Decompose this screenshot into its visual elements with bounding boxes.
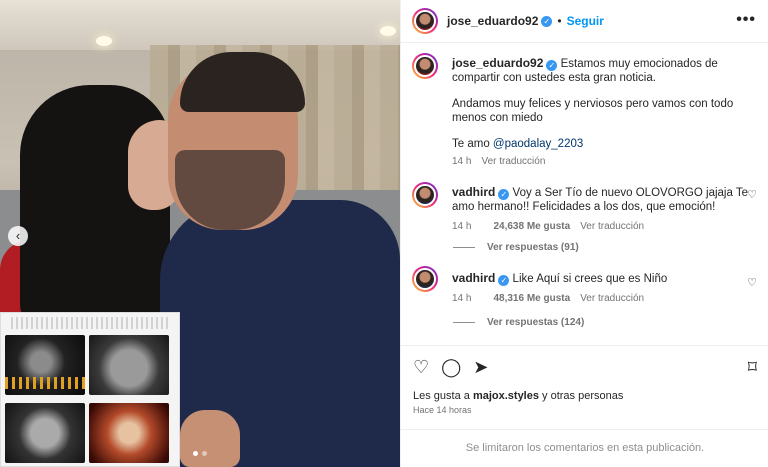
photo-hand xyxy=(180,410,240,467)
heartbeat-waveform xyxy=(5,377,85,389)
comment: vadhird ✓ Like Aquí si crees que es Niño … xyxy=(412,266,757,344)
view-replies-button[interactable]: Ver respuestas (124) xyxy=(453,317,584,328)
likes-summary: Les gusta a majox.styles y otras persona… xyxy=(413,390,623,402)
view-replies-label: Ver respuestas (91) xyxy=(487,242,579,253)
comment-text-block: vadhird ✓ Voy a Ser Tío de nuevo OLOVORGO… xyxy=(452,185,752,234)
ultrasound-image xyxy=(5,403,85,463)
verified-icon: ✓ xyxy=(498,189,510,200)
author-avatar[interactable] xyxy=(412,8,438,34)
caption-time[interactable]: 14 h xyxy=(452,156,471,167)
post-timestamp[interactable]: Hace 14 horas xyxy=(413,405,472,415)
translate-link[interactable]: Ver traducción xyxy=(580,221,644,232)
comment-likes[interactable]: 48,316 Me gusta xyxy=(493,293,570,304)
ultrasound-image xyxy=(89,335,169,395)
replies-divider xyxy=(453,247,475,248)
ultrasound-header xyxy=(11,317,169,329)
like-heart-icon[interactable]: ♡ xyxy=(413,358,429,376)
likes-prefix: Les gusta a xyxy=(413,390,473,402)
follow-button[interactable]: Seguir xyxy=(567,14,604,28)
comment-avatar[interactable] xyxy=(412,182,438,208)
share-paper-plane-icon[interactable]: ➤ xyxy=(473,358,488,376)
photo-ceiling-light xyxy=(96,36,112,46)
caption: jose_eduardo92 ✓ Estamos muy emocionados … xyxy=(412,53,757,173)
comments-limited-notice: Se limitaron los comentarios en esta pub… xyxy=(401,429,768,467)
verified-icon: ✓ xyxy=(546,60,558,71)
carousel-dot xyxy=(193,451,198,456)
caption-text-block: jose_eduardo92 ✓ Estamos muy emocionados … xyxy=(452,56,752,169)
post-photo[interactable]: ‹ xyxy=(0,0,400,467)
translate-link[interactable]: Ver traducción xyxy=(580,293,644,304)
comment-time[interactable]: 14 h xyxy=(452,221,471,232)
ultrasound-sheet xyxy=(0,312,180,467)
carousel-prev-icon[interactable]: ‹ xyxy=(8,226,28,246)
translate-link[interactable]: Ver traducción xyxy=(481,156,545,167)
caption-avatar[interactable] xyxy=(412,53,438,79)
comment-avatar[interactable] xyxy=(412,266,438,292)
photo-ceiling-light xyxy=(380,26,396,36)
post-header: jose_eduardo92 ✓ • Seguir ••• xyxy=(401,0,768,43)
comment-bubble-icon[interactable]: ◯ xyxy=(441,358,461,376)
comment-text-block: vadhird ✓ Like Aquí si crees que es Niño … xyxy=(452,271,752,306)
view-replies-label: Ver respuestas (124) xyxy=(487,317,585,328)
verified-icon: ✓ xyxy=(498,275,510,286)
comment-like-icon[interactable]: ♡ xyxy=(747,276,757,289)
author-username[interactable]: jose_eduardo92 xyxy=(447,14,538,28)
ultrasound-3d-image xyxy=(89,403,169,463)
likes-suffix[interactable]: y otras personas xyxy=(539,390,623,402)
comment-username[interactable]: vadhird xyxy=(452,185,495,199)
caption-text: Te amo xyxy=(452,138,493,150)
comment-text: Voy a Ser Tío de nuevo OLOVORGO jajaja T… xyxy=(452,187,748,213)
ultrasound-image xyxy=(5,335,85,395)
replies-divider xyxy=(453,322,475,323)
comment-text: Like Aquí si crees que es Niño xyxy=(512,273,668,285)
comment: vadhird ✓ Voy a Ser Tío de nuevo OLOVORGO… xyxy=(412,182,757,262)
photo-ceiling xyxy=(0,0,400,50)
mention-link[interactable]: @paodalay_2203 xyxy=(493,138,583,150)
comments-scroll[interactable]: jose_eduardo92 ✓ Estamos muy emocionados … xyxy=(401,44,768,344)
caption-text: Andamos muy felices y nerviosos pero vam… xyxy=(452,98,734,124)
header-separator: • xyxy=(557,14,562,28)
caption-username[interactable]: jose_eduardo92 xyxy=(452,56,543,70)
carousel-dots xyxy=(193,451,207,456)
verified-icon: ✓ xyxy=(541,15,553,27)
carousel-dot xyxy=(202,451,207,456)
bookmark-icon[interactable]: ⌑ xyxy=(748,358,757,376)
post-actions: ♡ ◯ ➤ ⌑ Les gusta a majox.styles y otras… xyxy=(401,345,768,467)
comment-username[interactable]: vadhird xyxy=(452,271,495,285)
post-side-panel: jose_eduardo92 ✓ • Seguir ••• jose_eduar… xyxy=(400,0,768,467)
view-replies-button[interactable]: Ver respuestas (91) xyxy=(453,242,579,253)
more-options-icon[interactable]: ••• xyxy=(736,12,756,28)
comment-time[interactable]: 14 h xyxy=(452,293,471,304)
liker-username[interactable]: majox.styles xyxy=(473,390,539,402)
comment-likes[interactable]: 24,638 Me gusta xyxy=(493,221,570,232)
post-modal: ‹ jose_eduardo92 ✓ • Seguir ••• jose_edu… xyxy=(0,0,768,467)
comment-like-icon[interactable]: ♡ xyxy=(747,188,757,201)
action-icons: ♡ ◯ ➤ xyxy=(413,358,488,376)
